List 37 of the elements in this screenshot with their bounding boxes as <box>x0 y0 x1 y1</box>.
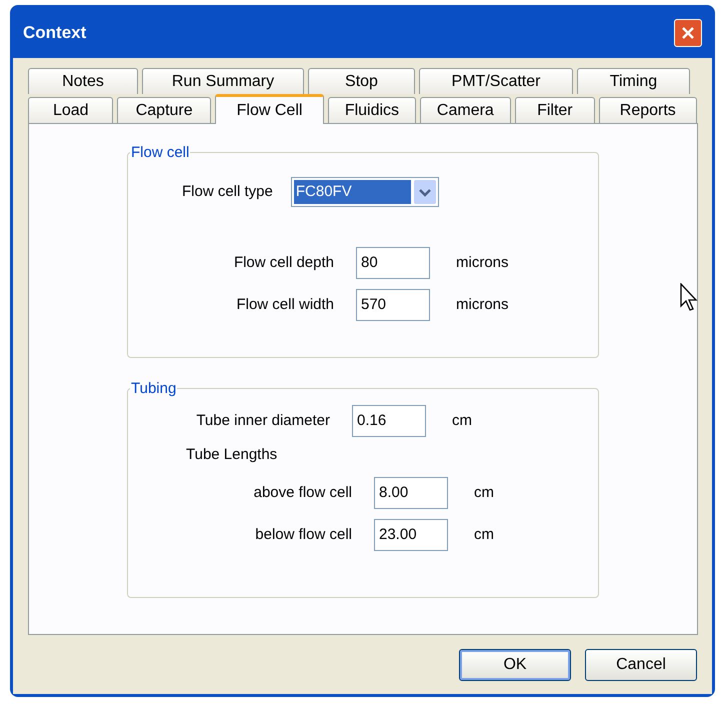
tab[interactable]: Capture <box>117 97 211 123</box>
dialog-button[interactable]: Cancel <box>585 649 697 681</box>
field-label: Flow cell depth <box>232 252 335 273</box>
input-field[interactable]: 8.00 <box>374 477 448 509</box>
close-button[interactable] <box>674 19 702 47</box>
field-label: Tube inner diameter <box>195 410 331 431</box>
chevron-down-icon[interactable] <box>414 180 436 204</box>
unit-label: microns <box>456 252 509 273</box>
tab[interactable]: Timing <box>577 68 690 94</box>
tab[interactable]: PMT/Scatter <box>419 68 573 94</box>
unit-label: cm <box>474 524 494 545</box>
dialog-button[interactable]: OK <box>459 649 571 681</box>
field-label: below flow cell <box>254 524 353 545</box>
field-label: Flow cell type <box>182 182 273 202</box>
tab[interactable]: Filter <box>515 97 595 123</box>
unit-label: cm <box>474 482 494 503</box>
tab[interactable]: Flow Cell <box>214 94 324 124</box>
section-label: Tube Lengths <box>186 446 278 463</box>
window-title: Context <box>23 22 86 44</box>
dropdown-value: FC80FV <box>294 180 411 204</box>
input-field[interactable]: 23.00 <box>374 519 448 551</box>
unit-label: microns <box>456 294 509 315</box>
field-label: Flow cell width <box>235 294 335 315</box>
tab[interactable]: Camera <box>420 97 512 123</box>
tab[interactable]: Reports <box>598 97 697 123</box>
tab[interactable]: Fluidics <box>328 97 416 123</box>
dropdown[interactable]: FC80FV <box>290 177 439 207</box>
input-field[interactable]: 570 <box>356 289 430 321</box>
tab[interactable]: Notes <box>28 68 138 94</box>
field-label: above flow cell <box>252 482 353 503</box>
tab[interactable]: Load <box>28 97 114 123</box>
tab[interactable]: Run Summary <box>142 68 304 94</box>
close-icon <box>681 26 695 40</box>
tab[interactable]: Stop <box>308 68 415 94</box>
input-field[interactable]: 0.16 <box>352 405 426 437</box>
unit-label: cm <box>452 410 472 431</box>
input-field[interactable]: 80 <box>356 247 430 279</box>
